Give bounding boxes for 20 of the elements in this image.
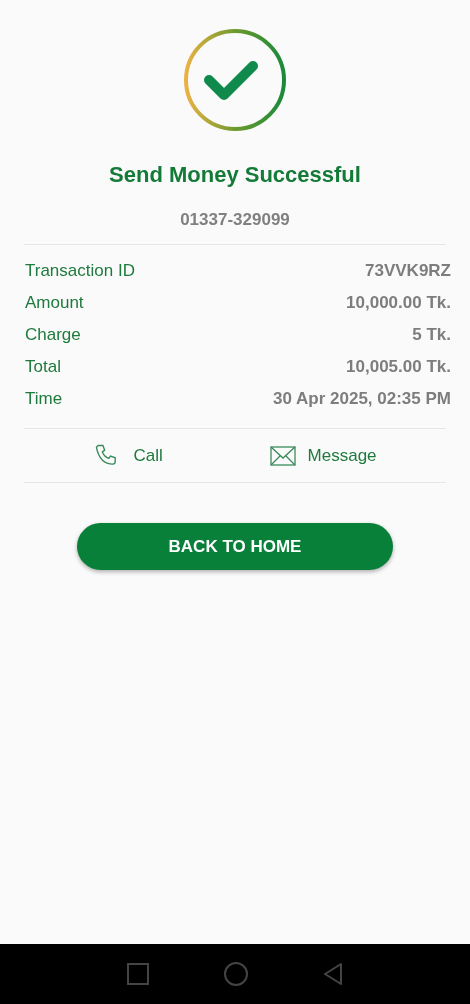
- back-to-home-button[interactable]: BACK TO HOME: [77, 523, 393, 570]
- detail-label: Time: [25, 388, 63, 409]
- recipient-number: 01337-329099: [180, 210, 290, 230]
- envelope-icon: [269, 444, 296, 467]
- detail-label: Transaction ID: [25, 260, 135, 281]
- detail-value: 10,000.00 Tk.: [346, 292, 451, 313]
- success-title: Send Money Successful: [109, 162, 361, 188]
- success-check-icon: [183, 28, 287, 132]
- back-icon[interactable]: [322, 963, 343, 985]
- recent-apps-icon[interactable]: [127, 963, 150, 985]
- call-button[interactable]: Call: [87, 437, 169, 474]
- detail-value: 10,005.00 Tk.: [346, 356, 451, 377]
- detail-value: 73VVK9RZ: [365, 260, 451, 281]
- detail-value: 30 Apr 2025, 02:35 PM: [273, 388, 451, 409]
- detail-label: Charge: [25, 324, 81, 345]
- detail-label: Amount: [25, 292, 84, 313]
- detail-label: Total: [25, 356, 61, 377]
- message-button[interactable]: Message: [263, 440, 383, 471]
- detail-value: 5 Tk.: [412, 324, 451, 345]
- home-icon[interactable]: [224, 962, 248, 986]
